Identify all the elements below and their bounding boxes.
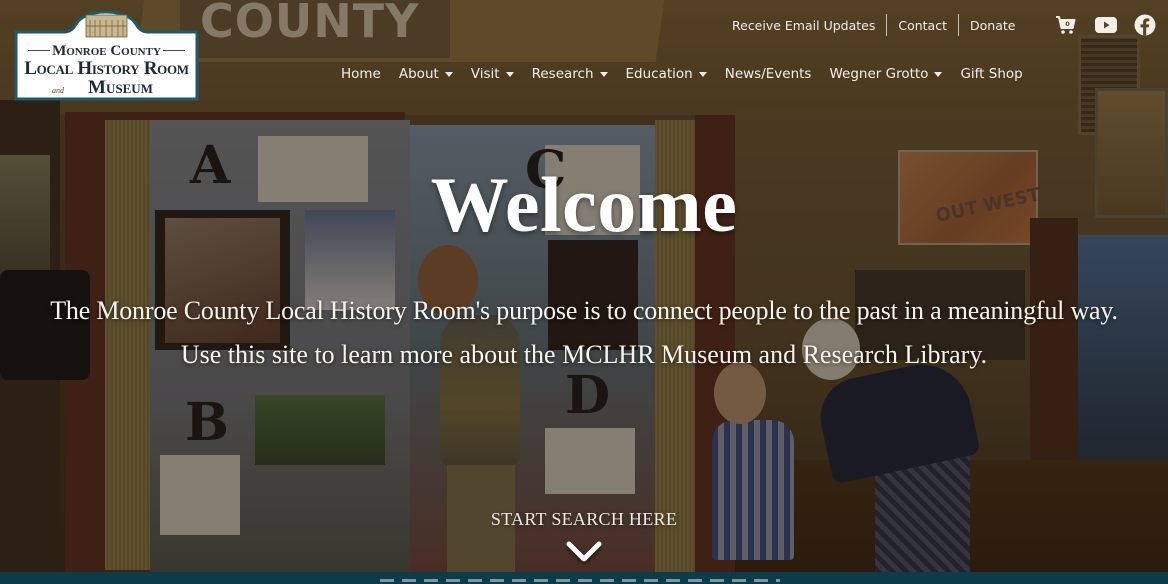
donate-link[interactable]: Donate [970,18,1015,33]
caret-down-icon [444,72,453,77]
cart-count: 0 [1065,20,1070,28]
nav-gift-shop[interactable]: Gift Shop [960,66,1022,82]
bottom-bar-text-cutoff [380,579,780,582]
nav-label: Education [625,66,693,82]
nav-research[interactable]: Research [532,66,608,82]
nav-label: Research [531,66,594,82]
start-search-link[interactable]: START SEARCH HERE [0,509,1168,530]
nav-news-events[interactable]: News/Events [725,66,812,82]
nav-label: Visit [470,66,500,82]
caret-down-icon [934,72,943,77]
chevron-down-icon[interactable] [566,540,602,566]
divider [886,14,888,36]
caret-down-icon [505,72,514,77]
logo-line-3: Museum [14,77,199,99]
logo-museum: Museum [88,77,153,98]
hero-title: Welcome [430,161,738,248]
youtube-icon[interactable] [1095,14,1117,36]
nav-about[interactable]: About [399,66,453,82]
main-nav: Home About Visit Research Education News… [341,66,1023,82]
bottom-info-bar [0,572,1168,584]
facebook-icon[interactable] [1134,14,1156,36]
hero-tagline-1: The Monroe County Local History Room's p… [50,296,1118,325]
social-icons: 0 [1055,14,1156,36]
divider [958,14,959,36]
nav-wegner-grotto[interactable]: Wegner Grotto [829,66,943,82]
nav-education[interactable]: Education [626,66,707,82]
caret-down-icon [698,72,707,77]
nav-label: About [398,66,439,82]
caret-down-icon [599,72,608,77]
site-logo[interactable]: Monroe County Local History Room Museum … [14,10,199,101]
hero-tagline-2: Use this site to learn more about the MC… [180,340,988,369]
nav-visit[interactable]: Visit [471,66,514,82]
cart-icon[interactable]: 0 [1055,14,1077,36]
nav-label: News/Events [724,66,812,82]
contact-link[interactable]: Contact [898,18,947,33]
nav-label: Wegner Grotto [829,66,929,82]
logo-and: and [52,86,64,95]
nav-label: Gift Shop [960,66,1023,82]
receive-email-updates-link[interactable]: Receive Email Updates [732,18,875,33]
nav-label: Home [341,66,381,82]
nav-home[interactable]: Home [341,66,381,82]
utility-nav: Receive Email Updates Contact Donate [722,14,1015,36]
